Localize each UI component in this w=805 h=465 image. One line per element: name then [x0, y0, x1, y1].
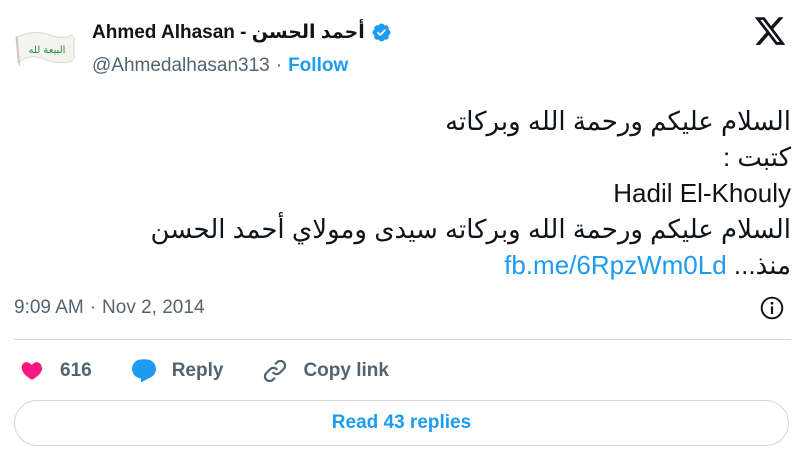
tweet-time[interactable]: 9:09 AM: [14, 297, 84, 319]
reply-label: Reply: [171, 360, 224, 381]
like-button[interactable]: 616: [18, 357, 92, 385]
avatar-flag-text: البيعة لله: [29, 45, 66, 56]
tweet-text: السلام عليكم ورحمة الله وبركاته كتبت : H…: [31, 103, 791, 283]
verified-badge-icon: [371, 22, 392, 43]
tweet-date[interactable]: Nov 2, 2014: [102, 297, 204, 319]
reply-bubble-icon: [131, 359, 156, 383]
x-logo-icon[interactable]: [753, 14, 787, 48]
author-handle[interactable]: @Ahmedalhasan313: [92, 55, 270, 77]
link-icon: [264, 359, 287, 383]
tweet-timestamp[interactable]: 9:09 AM · Nov 2, 2014: [14, 294, 205, 322]
follow-button[interactable]: Follow: [288, 55, 348, 77]
tweet-card: البيعة لله Ahmed Alhasan - أحمد الحسن @A…: [0, 0, 805, 465]
tweet-link[interactable]: fb.me/6RpzWm0Ld: [504, 250, 727, 280]
avatar-flag-image: البيعة لله: [14, 17, 76, 79]
author-display-name[interactable]: Ahmed Alhasan - أحمد الحسن: [92, 21, 365, 44]
reply-button[interactable]: Reply: [130, 357, 224, 385]
author-handle-row: @Ahmedalhasan313 · Follow: [92, 53, 348, 79]
copy-link-button[interactable]: Copy link: [261, 357, 389, 385]
tweet-text-line-4: السلام عليكم ورحمة الله وبركاته سيدى ومو…: [150, 214, 791, 244]
divider: [14, 339, 791, 340]
info-icon[interactable]: [759, 295, 785, 321]
read-replies-button[interactable]: Read 43 replies: [14, 400, 789, 446]
like-count: 616: [60, 360, 92, 381]
tweet-text-line-3: Hadil El-Khouly: [613, 178, 791, 208]
handle-separator: ·: [275, 55, 283, 76]
author-name-row: Ahmed Alhasan - أحمد الحسن: [92, 19, 392, 45]
tweet-text-prefix: منذ...: [733, 250, 791, 280]
tweet-text-line-1: السلام عليكم ورحمة الله وبركاته: [445, 106, 791, 136]
tweet-text-line-5: منذ... fb.me/6RpzWm0Ld: [31, 247, 791, 283]
action-bar: 616 Reply Copy link: [18, 354, 389, 388]
avatar[interactable]: البيعة لله: [14, 17, 76, 79]
timestamp-separator: ·: [89, 297, 97, 318]
copy-link-label: Copy link: [303, 360, 389, 381]
tweet-text-line-2: كتبت :: [722, 142, 791, 172]
heart-icon: [21, 362, 43, 380]
